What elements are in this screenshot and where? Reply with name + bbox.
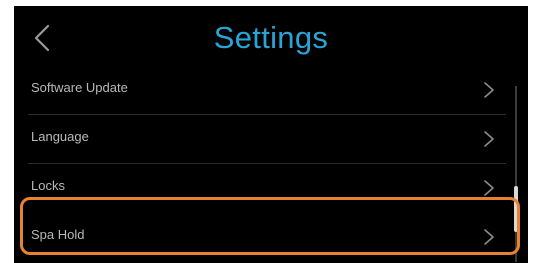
page-title: Settings <box>213 20 329 55</box>
chevron-right-icon <box>484 82 494 98</box>
settings-item-label: Language <box>31 129 89 144</box>
settings-item-label: Locks <box>31 178 65 193</box>
chevron-right-icon <box>484 180 494 196</box>
chevron-right-icon <box>484 131 494 147</box>
settings-item-software-update[interactable]: Software Update <box>14 66 514 114</box>
header: Settings <box>14 6 528 68</box>
settings-item-language[interactable]: Language <box>14 115 514 163</box>
highlight-box <box>20 197 520 255</box>
settings-item-label: Software Update <box>31 80 128 95</box>
